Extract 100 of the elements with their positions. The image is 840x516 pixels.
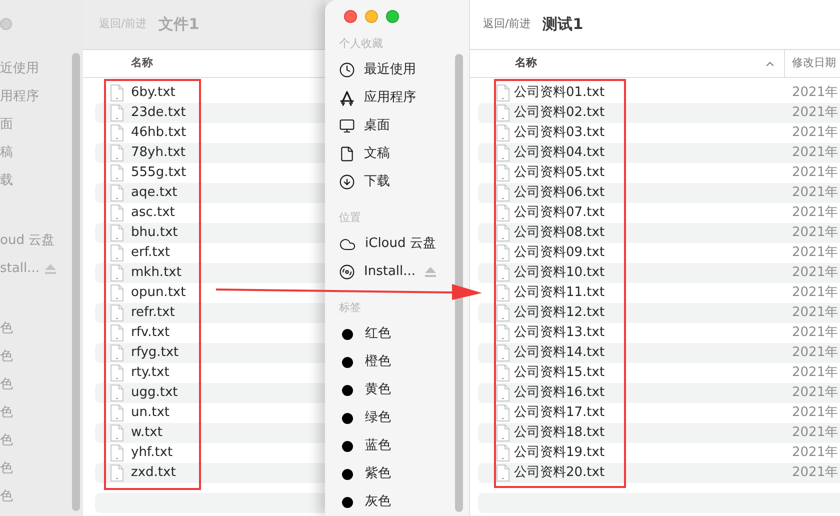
sidebar-item[interactable]: 文稿: [339, 140, 469, 168]
sidebar-item[interactable]: 桌面: [339, 112, 469, 140]
sidebar-item[interactable]: 黄色: [339, 376, 469, 404]
file-name: erf.txt: [131, 244, 170, 262]
file-icon: [110, 324, 124, 342]
file-name: rfv.txt: [131, 324, 170, 342]
file-name: 公司资料09.txt: [514, 244, 605, 262]
file-icon: [110, 464, 124, 482]
file-row[interactable]: opun.txt: [95, 283, 188, 303]
file-row[interactable]: rfv.txt: [95, 323, 172, 343]
close-button[interactable]: [344, 10, 357, 22]
file-row[interactable]: 公司资料20.txt 2021年: [478, 463, 840, 483]
file-row[interactable]: w.txt: [95, 423, 325, 443]
file-name: 公司资料16.txt: [514, 384, 605, 402]
sidebar-item[interactable]: iCloud 云盘: [339, 230, 469, 258]
file-name: aqe.txt: [131, 184, 178, 202]
file-row[interactable]: 公司资料04.txt 2021年: [478, 143, 840, 163]
file-icon: [110, 244, 124, 262]
desktop-icon: [339, 118, 355, 134]
file-row[interactable]: 555g.txt: [95, 163, 188, 183]
date-cell-text: 2021年: [792, 344, 838, 362]
file-icon: [110, 344, 124, 362]
sidebar-item[interactable]: 红色: [339, 320, 469, 348]
file-row[interactable]: bhu.txt: [95, 223, 325, 243]
file-row[interactable]: 公司资料12.txt 2021年: [478, 303, 840, 323]
date-cell-text: 2021年: [792, 144, 838, 162]
file-name: 公司资料14.txt: [514, 344, 605, 362]
file-row[interactable]: rfyg.txt: [95, 343, 325, 363]
file-name: 公司资料01.txt: [514, 84, 605, 102]
sidebar-item[interactable]: 绿色: [339, 404, 469, 432]
file-row[interactable]: refr.txt: [95, 303, 325, 323]
file-icon: [110, 304, 124, 322]
window-control[interactable]: [0, 18, 12, 30]
file-icon: [496, 264, 510, 282]
file-name: w.txt: [131, 424, 162, 442]
date-cell-text: 2021年: [792, 204, 838, 222]
sidebar-item[interactable]: 灰色: [339, 488, 469, 516]
file-row[interactable]: [95, 493, 325, 513]
sidebar-label: 紫色: [365, 465, 391, 484]
file-row[interactable]: un.txt: [95, 403, 172, 423]
file-row[interactable]: 公司资料06.txt 2021年: [478, 183, 840, 203]
file-row[interactable]: 公司资料16.txt 2021年: [478, 383, 840, 403]
column-label: 修改日期: [792, 55, 836, 72]
file-name: bhu.txt: [131, 224, 178, 242]
file-icon: [110, 84, 124, 102]
scrollbar[interactable]: [72, 53, 80, 511]
maximize-button[interactable]: [386, 10, 399, 22]
file-row[interactable]: 公司资料08.txt 2021年: [478, 223, 840, 243]
column-header[interactable]: 修改日期: [785, 50, 840, 77]
date-cell-text: 2021年: [792, 164, 838, 182]
file-name: 公司资料02.txt: [514, 104, 605, 122]
file-row[interactable]: asc.txt: [95, 203, 177, 223]
date-cell-text: 2021年: [792, 424, 838, 442]
file-row[interactable]: 46hb.txt: [95, 123, 188, 143]
sidebar-item[interactable]: 下载: [339, 168, 469, 196]
file-name: 555g.txt: [131, 164, 186, 182]
sidebar-item[interactable]: 橙色: [339, 348, 469, 376]
file-row[interactable]: ugg.txt: [95, 383, 325, 403]
eject-icon[interactable]: [45, 264, 56, 274]
sidebar-item[interactable]: Install...: [339, 258, 469, 286]
file-name: 公司资料13.txt: [514, 324, 605, 342]
file-row[interactable]: mkh.txt: [95, 263, 325, 283]
file-icon: [496, 284, 510, 302]
file-name: 公司资料20.txt: [514, 464, 605, 482]
file-name: 公司资料17.txt: [514, 404, 605, 422]
column-header[interactable]: 名称: [131, 55, 153, 72]
file-row[interactable]: 公司资料14.txt 2021年: [478, 343, 840, 363]
nav-label[interactable]: 返回/前进: [483, 16, 531, 33]
file-row[interactable]: 23de.txt: [95, 103, 325, 123]
eject-icon[interactable]: [424, 267, 436, 277]
file-icon: [110, 104, 124, 122]
file-name: 公司资料07.txt: [514, 204, 605, 222]
column-header[interactable]: 名称: [470, 50, 785, 77]
sidebar-label: 文稿: [364, 145, 390, 164]
sidebar-item[interactable]: 蓝色: [339, 432, 469, 460]
file-row[interactable]: 6by.txt: [95, 83, 178, 103]
file-row[interactable]: yhf.txt: [95, 443, 175, 463]
file-row[interactable]: 78yh.txt: [95, 143, 325, 163]
file-row[interactable]: rty.txt: [95, 363, 172, 383]
file-row[interactable]: erf.txt: [95, 243, 172, 263]
date-cell-text: 2021年: [792, 404, 838, 422]
file-row[interactable]: zxd.txt: [95, 463, 325, 483]
file-icon: [110, 204, 124, 222]
file-row[interactable]: aqe.txt: [95, 183, 325, 203]
window-title: 测试1: [542, 14, 584, 36]
file-icon: [110, 444, 124, 462]
sidebar-item[interactable]: 紫色: [339, 460, 469, 488]
scrollbar[interactable]: [455, 54, 463, 512]
file-row[interactable]: 公司资料10.txt 2021年: [478, 263, 840, 283]
file-row[interactable]: 公司资料18.txt 2021年: [478, 423, 840, 443]
file-icon: [110, 184, 124, 202]
sidebar-item[interactable]: 最近使用: [339, 56, 469, 84]
file-name: 46hb.txt: [131, 124, 186, 142]
minimize-button[interactable]: [365, 10, 378, 22]
file-row[interactable]: 公司资料02.txt 2021年: [478, 103, 840, 123]
section-title: 个人收藏: [339, 36, 384, 52]
date-cell-text: 2021年: [792, 184, 838, 202]
sidebar-item[interactable]: 应用程序: [339, 84, 469, 112]
file-name: zxd.txt: [131, 464, 176, 482]
sidebar-label: 蓝色: [365, 437, 391, 456]
